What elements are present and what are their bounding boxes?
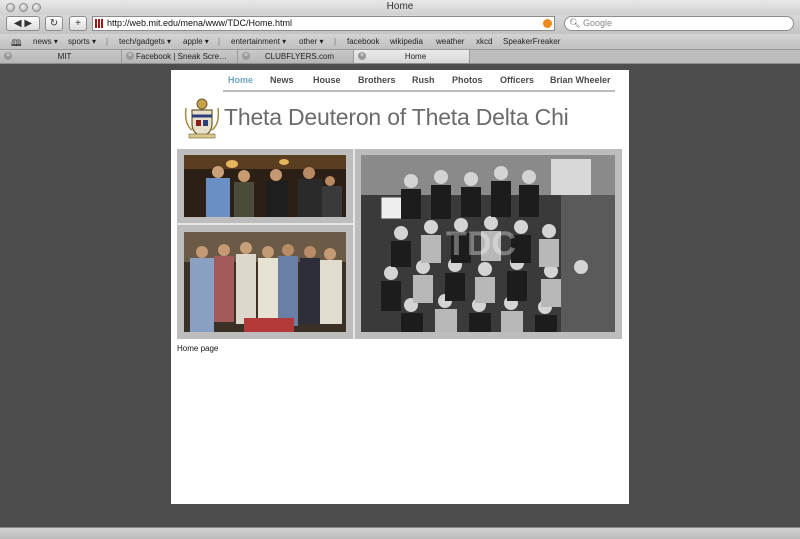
tab-label: Facebook | Sneak Screen... bbox=[136, 52, 231, 61]
browser-toolbar: ◀ ▶ ↻ + http://web.mit.edu/mena/www/TDC/… bbox=[0, 15, 800, 34]
nav-brian-wheeler[interactable]: Brian Wheeler bbox=[550, 75, 611, 85]
nav-photos[interactable]: Photos bbox=[452, 75, 483, 85]
bookmark-xkcd[interactable]: xkcd bbox=[476, 37, 492, 46]
reload-button[interactable]: ↻ bbox=[45, 16, 63, 31]
site-favicon-icon bbox=[95, 19, 103, 28]
bookmark-wikipedia[interactable]: wikipedia bbox=[390, 37, 423, 46]
status-bar bbox=[0, 527, 800, 539]
web-page: Home News House Brothers Rush Photos Off… bbox=[171, 70, 629, 504]
tab-clubflyers[interactable]: × CLUBFLYERS.com bbox=[238, 50, 354, 63]
tab-home[interactable]: × Home bbox=[354, 50, 470, 63]
bookmark-entertainment[interactable]: entertainment ▾ bbox=[231, 37, 286, 46]
photo-gallery: TDC bbox=[177, 149, 622, 339]
window-titlebar: Home bbox=[0, 0, 800, 16]
fraternity-crest-icon bbox=[183, 96, 221, 139]
bookmark-facebook[interactable]: facebook bbox=[347, 37, 379, 46]
bookmark-separator: | bbox=[334, 37, 337, 46]
photo-brothers-large[interactable]: TDC bbox=[361, 155, 615, 332]
photo-group-2[interactable] bbox=[184, 232, 346, 332]
tab-facebook[interactable]: × Facebook | Sneak Screen... bbox=[122, 50, 238, 63]
bookmark-speakerfreaker[interactable]: SpeakerFreaker bbox=[503, 37, 560, 46]
bookmark-sports[interactable]: sports ▾ bbox=[68, 37, 96, 46]
search-input[interactable]: 🔍︎ Google bbox=[564, 16, 794, 31]
gallery-divider bbox=[177, 223, 353, 225]
search-icon: 🔍︎ bbox=[569, 18, 581, 28]
bookmark-tech-gadgets[interactable]: tech/gadgets ▾ bbox=[119, 37, 171, 46]
rss-icon[interactable] bbox=[543, 19, 552, 28]
close-tab-icon[interactable]: × bbox=[242, 52, 250, 60]
add-bookmark-button[interactable]: + bbox=[69, 16, 87, 31]
close-tab-icon[interactable]: × bbox=[126, 52, 134, 60]
page-title: Theta Deuteron of Theta Delta Chi bbox=[224, 104, 569, 130]
tab-label: CLUBFLYERS.com bbox=[264, 52, 335, 61]
bookmark-news[interactable]: news ▾ bbox=[33, 37, 58, 46]
tab-bar: × MIT × Facebook | Sneak Screen... × CLU… bbox=[0, 50, 800, 64]
bookmark-separator: | bbox=[106, 37, 109, 46]
address-bar-url: http://web.mit.edu/mena/www/TDC/Home.htm… bbox=[107, 18, 293, 28]
nav-brothers[interactable]: Brothers bbox=[358, 75, 396, 85]
site-nav: Home News House Brothers Rush Photos Off… bbox=[223, 75, 615, 92]
search-placeholder: Google bbox=[583, 18, 613, 28]
photo-group-1[interactable] bbox=[184, 155, 346, 217]
address-bar[interactable]: http://web.mit.edu/mena/www/TDC/Home.htm… bbox=[92, 16, 555, 31]
bookmark-other[interactable]: other ▾ bbox=[299, 37, 323, 46]
nav-house[interactable]: House bbox=[313, 75, 341, 85]
tab-label: Home bbox=[404, 52, 427, 61]
page-caption: Home page bbox=[177, 344, 219, 353]
bookmark-weather[interactable]: weather bbox=[436, 37, 464, 46]
nav-home[interactable]: Home bbox=[228, 75, 253, 85]
nav-news[interactable]: News bbox=[270, 75, 294, 85]
close-tab-icon[interactable]: × bbox=[358, 52, 366, 60]
bookmark-separator: | bbox=[218, 37, 221, 46]
bookmarks-bar: 🕮︎ news ▾ sports ▾ | tech/gadgets ▾ appl… bbox=[0, 34, 800, 50]
tab-mit[interactable]: × MIT bbox=[0, 50, 122, 63]
nav-rush[interactable]: Rush bbox=[412, 75, 435, 85]
bookmark-apple[interactable]: apple ▾ bbox=[183, 37, 209, 46]
svg-text:TDC: TDC bbox=[446, 225, 516, 263]
back-forward-button[interactable]: ◀ ▶ bbox=[6, 16, 40, 31]
tab-label: MIT bbox=[57, 52, 72, 61]
window-title: Home bbox=[386, 1, 414, 12]
close-tab-icon[interactable]: × bbox=[4, 52, 12, 60]
gallery-divider bbox=[353, 149, 355, 339]
nav-officers[interactable]: Officers bbox=[500, 75, 534, 85]
